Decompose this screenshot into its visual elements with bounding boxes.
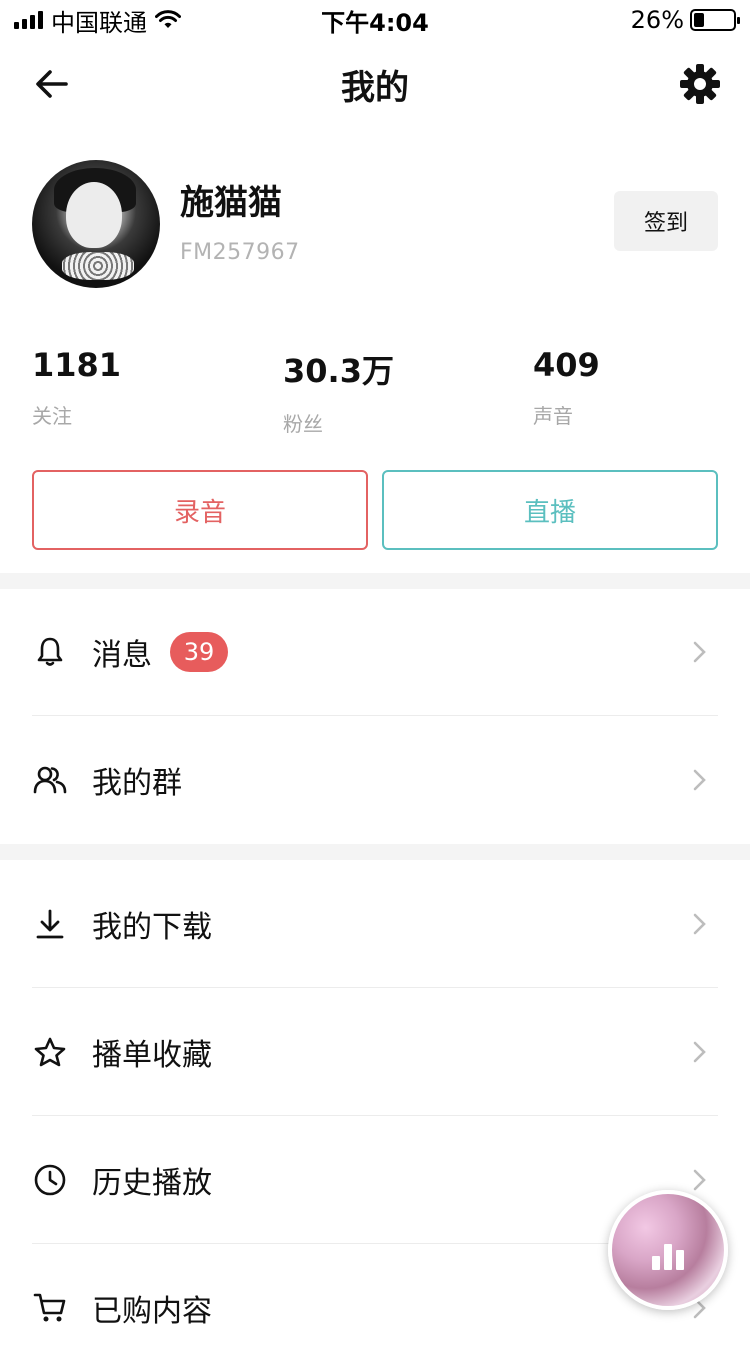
arrow-left-icon[interactable] — [30, 62, 74, 106]
status-bar: 中国联通 下午4:04 26% — [0, 0, 750, 40]
battery-icon — [690, 9, 740, 31]
wifi-icon — [155, 10, 181, 28]
user-id: FM257967 — [180, 240, 300, 265]
battery-percent: 26% — [630, 6, 684, 34]
stat-label: 声音 — [533, 404, 573, 428]
stat-label: 关注 — [32, 404, 72, 428]
record-button[interactable]: 录音 — [32, 470, 368, 550]
username: 施猫猫 — [180, 183, 282, 223]
stat-followers[interactable]: 30.3万 粉丝 — [283, 346, 394, 437]
stats-row: 1181 关注 30.3万 粉丝 409 声音 — [32, 346, 718, 436]
avatar[interactable] — [32, 160, 160, 288]
list-item-label: 历史播放 — [92, 1166, 212, 1201]
clock-icon — [32, 1162, 68, 1198]
status-left: 中国联通 — [14, 3, 181, 38]
battery-fill — [694, 13, 704, 27]
nav-bar: 我的 — [0, 40, 750, 128]
chevron-right-icon — [693, 641, 706, 663]
list-item-label: 已购内容 — [92, 1294, 212, 1329]
profile-info: 施猫猫 FM257967 — [180, 183, 614, 265]
list-item-messages[interactable]: 消息 39 — [0, 588, 750, 716]
list-item-label: 我的下载 — [92, 910, 212, 945]
unread-badge: 39 — [170, 632, 228, 672]
list-item-downloads[interactable]: 我的下载 — [0, 860, 750, 988]
star-icon — [32, 1034, 68, 1070]
stat-sounds[interactable]: 409 声音 — [533, 346, 600, 429]
list-item-my-groups[interactable]: 我的群 — [0, 716, 750, 844]
carrier-name: 中国联通 — [51, 8, 147, 37]
signal-icon — [14, 11, 43, 29]
playing-bars-icon — [652, 1238, 688, 1270]
gear-icon[interactable] — [678, 62, 722, 106]
live-button[interactable]: 直播 — [382, 470, 718, 550]
profile-header: 施猫猫 FM257967 签到 — [32, 158, 718, 290]
list-item-label: 消息 — [92, 638, 152, 673]
list-item-playlist-favorites[interactable]: 播单收藏 — [0, 988, 750, 1116]
action-buttons: 录音 直播 — [32, 470, 718, 550]
download-icon — [32, 906, 68, 942]
section-gap — [0, 573, 750, 589]
bell-icon — [32, 634, 68, 670]
group-icon — [32, 762, 68, 798]
stat-following[interactable]: 1181 关注 — [32, 346, 121, 429]
chevron-right-icon — [693, 1041, 706, 1063]
chevron-right-icon — [693, 769, 706, 791]
checkin-button[interactable]: 签到 — [614, 191, 718, 251]
list-item-label: 我的群 — [92, 766, 182, 801]
stat-value: 30.3万 — [283, 352, 394, 390]
cart-icon — [32, 1290, 68, 1326]
floating-player-button[interactable] — [608, 1190, 728, 1310]
page-title: 我的 — [341, 67, 409, 108]
stat-label: 粉丝 — [283, 412, 323, 436]
stat-value: 409 — [533, 346, 600, 384]
list-item-label: 播单收藏 — [92, 1038, 212, 1073]
section-gap — [0, 844, 750, 860]
stat-value: 1181 — [32, 346, 122, 384]
chevron-right-icon — [693, 1169, 706, 1191]
status-right: 26% — [630, 6, 740, 34]
chevron-right-icon — [693, 913, 706, 935]
